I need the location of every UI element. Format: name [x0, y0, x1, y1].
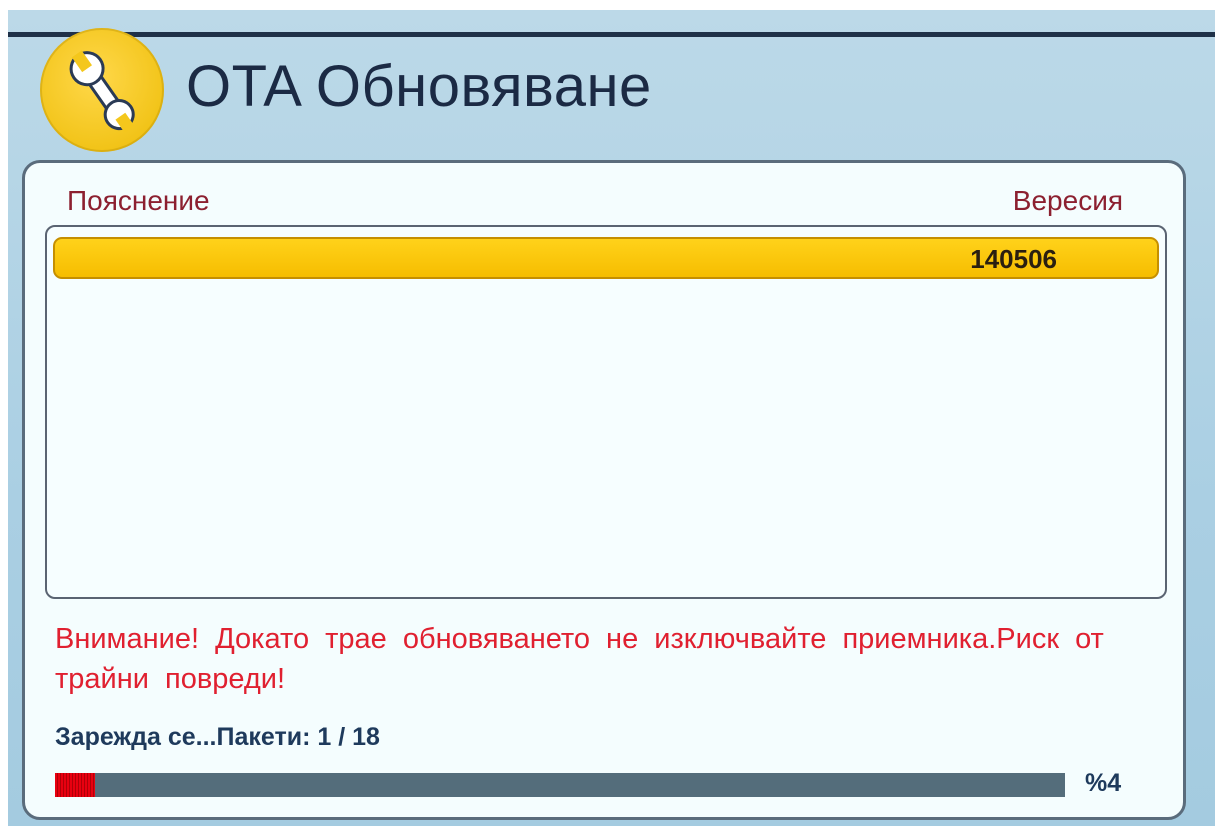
progress-fill: [55, 773, 96, 797]
column-header-version: Вересия: [1012, 185, 1123, 216]
page-title: OTA Обновяване: [186, 54, 652, 119]
update-panel: Пояснение Вересия 140506 Внимание! Докат…: [22, 160, 1186, 820]
update-list: 140506: [45, 225, 1167, 599]
list-item-version: 140506: [970, 244, 1057, 274]
progress-bar: [55, 773, 1065, 797]
ota-update-screen: OTA Обновяване Пояснение Вересия 140506 …: [8, 10, 1215, 826]
loading-status: Зарежда се...Пакети: 1 / 18: [55, 723, 380, 751]
wrench-icon: [40, 28, 164, 152]
top-divider: [8, 32, 1215, 37]
column-header-description: Пояснение: [67, 185, 210, 216]
progress-percent-label: %4: [1085, 769, 1122, 797]
list-item-selected[interactable]: 140506: [53, 237, 1159, 279]
warning-message: Внимание! Докато трае обновяването не из…: [55, 623, 1104, 695]
